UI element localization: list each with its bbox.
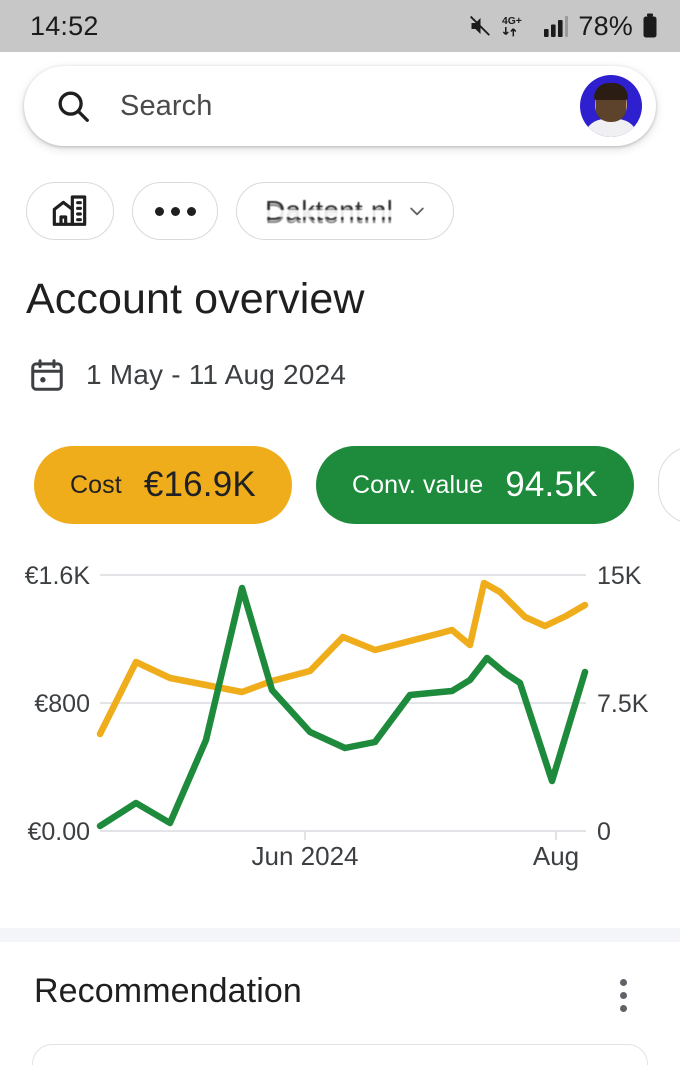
left-axis-tick-bottom: €0.00 [27,818,90,846]
account-overview-screen: 14:52 4G+ [0,0,680,1065]
conversion-value-line-series [100,588,585,826]
chips-row: Daktent.nl [26,182,454,240]
right-axis-tick-bottom: 0 [597,818,611,846]
search-icon [54,87,92,125]
left-axis-tick-mid: €800 [34,690,90,718]
date-range-label: 1 May - 11 Aug 2024 [86,359,346,391]
cost-metric-pill[interactable]: Cost €16.9K [34,446,292,524]
more-horizontal-icon-dot3 [187,207,196,216]
more-vertical-icon[interactable] [606,975,640,1015]
account-chip[interactable]: Daktent.nl [236,182,454,240]
home-chip[interactable] [26,182,114,240]
x-axis-tick-jun: Jun 2024 [252,841,359,871]
right-axis-tick-mid: 7.5K [597,690,649,718]
status-indicators: 4G+ 78% [467,11,658,42]
svg-text:4G+: 4G+ [502,16,522,27]
conversion-value-metric-label: Conv. value [352,471,483,500]
next-metric-pill-partial[interactable] [658,446,680,524]
cost-line-series [100,583,585,734]
section-divider [0,928,680,942]
status-bar: 14:52 4G+ [0,0,680,52]
recommendation-card[interactable] [32,1044,648,1065]
page-title: Account overview [26,275,365,324]
conversion-value-metric-pill[interactable]: Conv. value 94.5K [316,446,634,524]
cost-metric-label: Cost [70,471,122,500]
chart-svg: €1.6K €800 €0.00 15K 7.5K 0 Jun 2024 Aug [0,556,680,876]
metric-pills: Cost €16.9K Conv. value 94.5K [34,446,680,524]
left-axis-tick-top: €1.6K [25,562,91,590]
signal-bars-icon [543,14,569,38]
more-horizontal-icon [155,207,164,216]
chart-gridlines [100,575,586,831]
avatar[interactable] [580,75,642,137]
account-chip-label: Daktent.nl [265,195,393,227]
home-building-icon [50,191,90,231]
right-axis-tick-top: 15K [597,562,642,590]
search-input[interactable]: Search [120,90,213,123]
battery-icon [642,13,658,39]
cost-metric-value: €16.9K [144,465,256,505]
calendar-icon [28,356,66,394]
mute-icon [467,14,493,38]
recommendation-title: Recommendation [34,972,302,1011]
chevron-down-icon [407,201,427,221]
x-axis-tick-aug: Aug [533,841,579,871]
search-bar[interactable]: Search [24,66,656,146]
performance-chart: €1.6K €800 €0.00 15K 7.5K 0 Jun 2024 Aug [0,556,680,876]
battery-percent-label: 78% [578,11,633,42]
chart-x-ticks [305,831,556,840]
status-time: 14:52 [30,11,99,42]
date-range-selector[interactable]: 1 May - 11 Aug 2024 [28,356,346,394]
network-4g-plus-icon: 4G+ [502,13,534,39]
more-horizontal-icon-dot2 [171,207,180,216]
conversion-value-metric-value: 94.5K [505,465,597,505]
more-chip[interactable] [132,182,218,240]
